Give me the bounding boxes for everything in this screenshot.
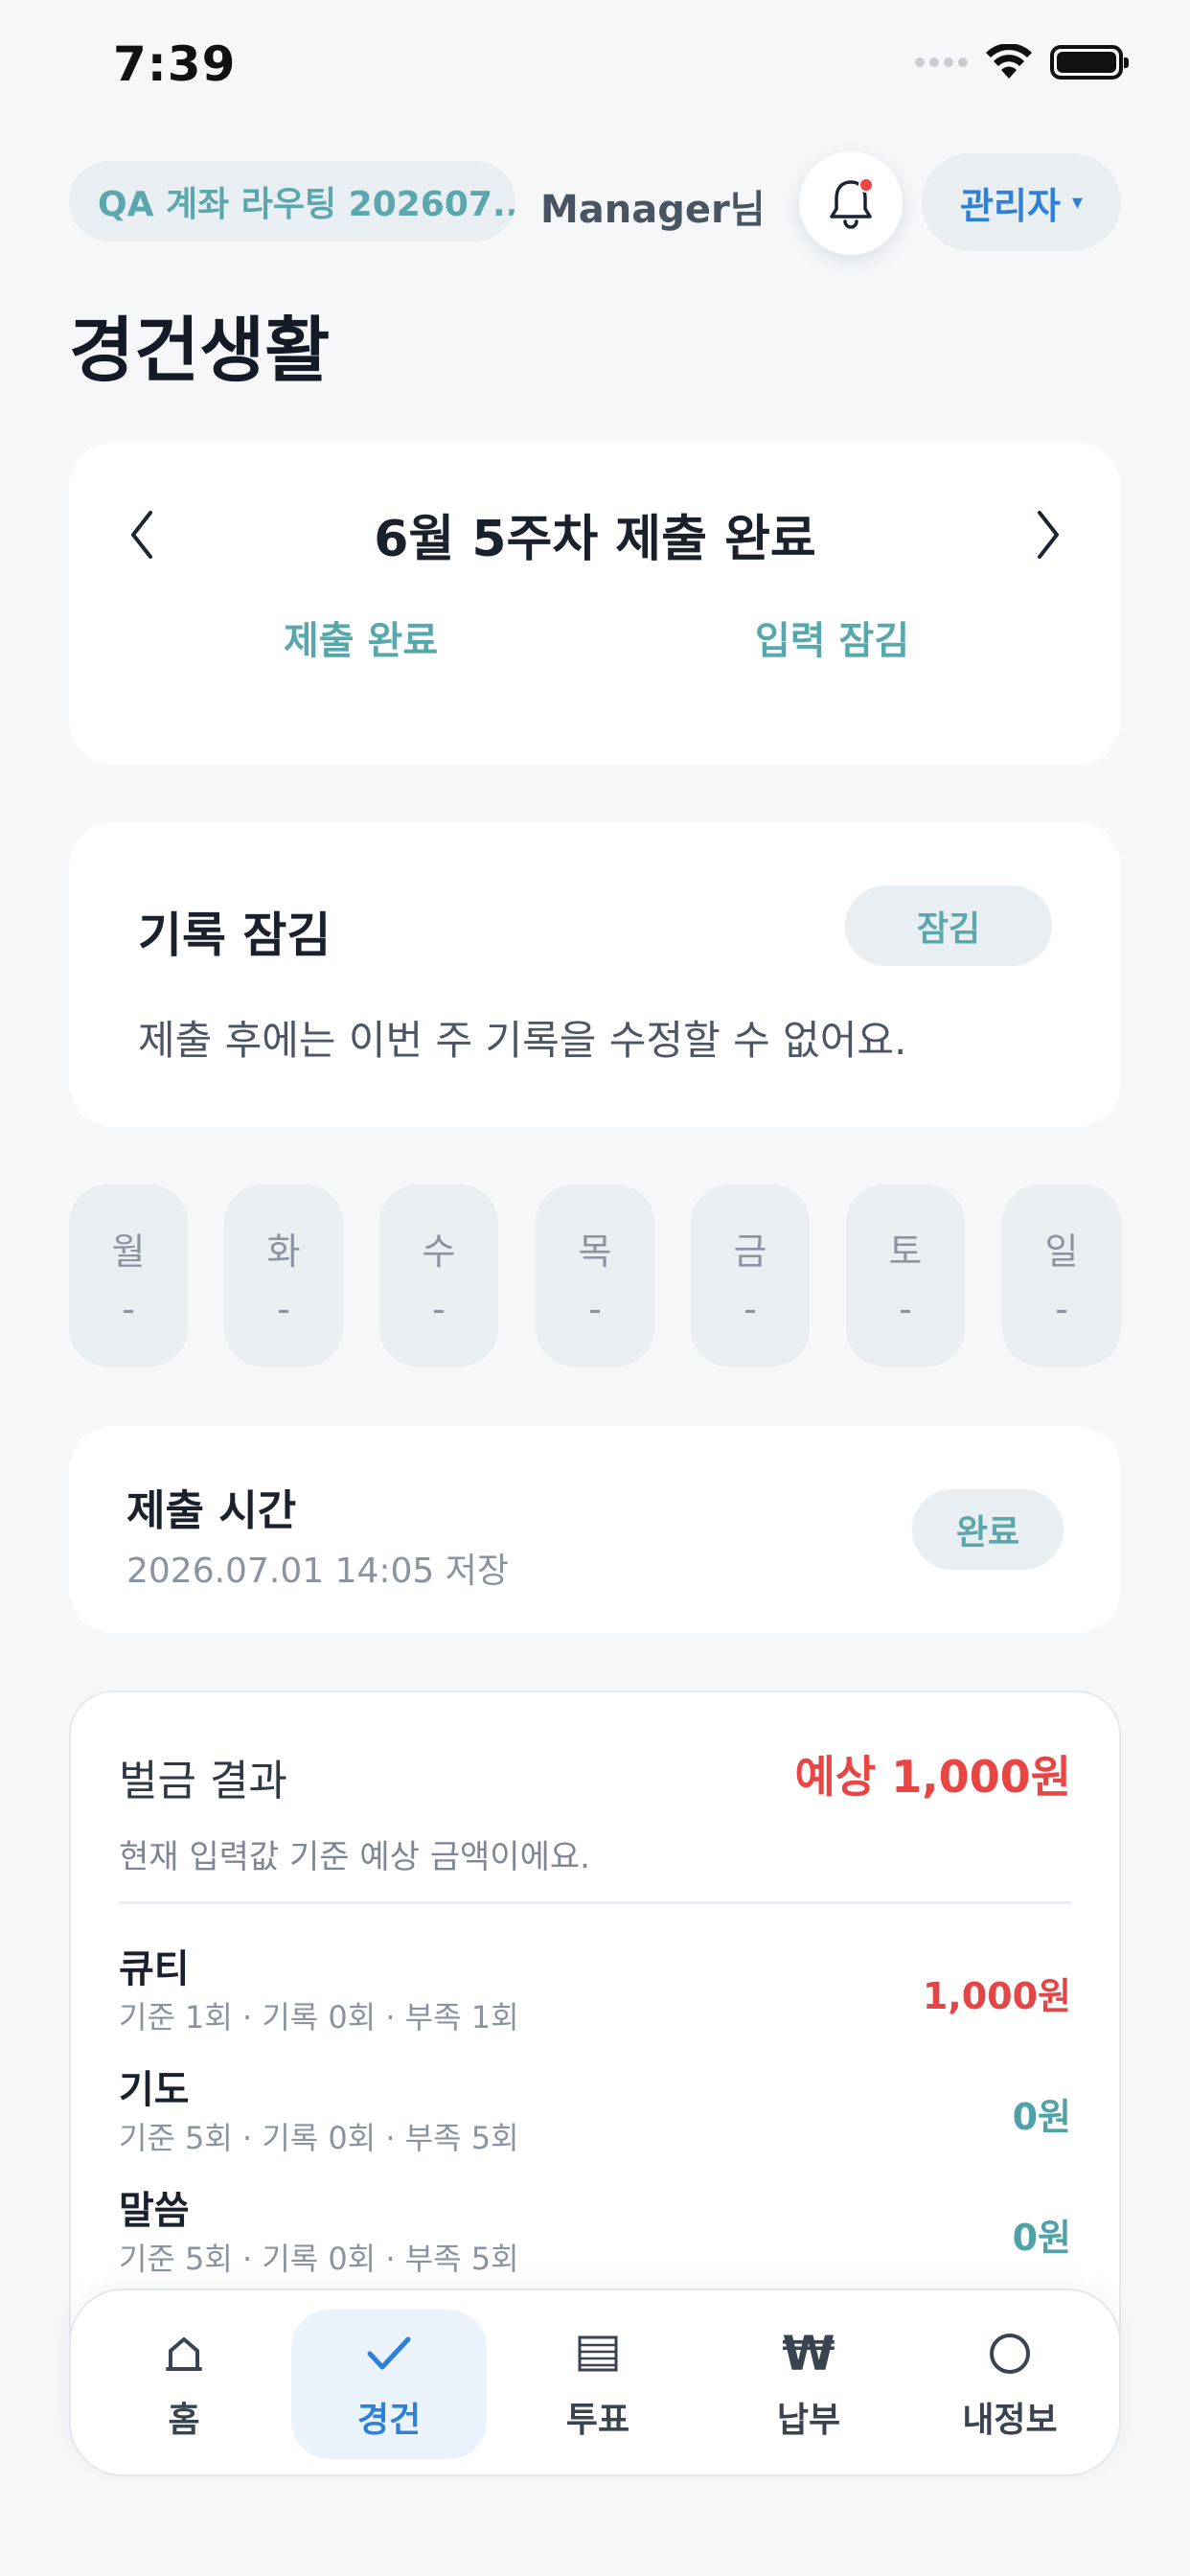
user-greeting: Manager님	[540, 188, 766, 232]
page-title: 경건생활	[69, 310, 331, 392]
chevron-right-icon	[1038, 511, 1059, 559]
day-label: 일	[1044, 1230, 1079, 1273]
day-value: -	[899, 1287, 912, 1330]
role-label: 관리자	[960, 184, 1061, 227]
cellular-signal-icon	[915, 58, 968, 67]
fine-description: 현재 입력값 기준 예상 금액이에요.	[119, 1838, 590, 1876]
week-card: 6월 5주차 제출 완료 제출 완료 입력 잠김	[69, 443, 1121, 765]
day-thu[interactable]: 목-	[536, 1184, 654, 1367]
day-value: -	[1055, 1287, 1068, 1330]
nav-profile[interactable]: 내정보	[912, 2310, 1108, 2459]
submit-time-title: 제출 시간	[126, 1486, 297, 1535]
chevron-down-icon: ▾	[1071, 190, 1083, 215]
day-tue[interactable]: 화-	[224, 1184, 343, 1367]
nav-vote[interactable]: 투표	[500, 2310, 696, 2459]
submit-time-card: 제출 시간 2026.07.01 14:05 저장 완료	[69, 1426, 1121, 1633]
day-label: 수	[422, 1230, 456, 1273]
nav-label: 납부	[776, 2401, 841, 2440]
lock-description: 제출 후에는 이번 주 기록을 수정할 수 없어요.	[138, 1017, 907, 1064]
nav-label: 홈	[168, 2401, 200, 2440]
fine-item-name: 기도	[119, 2068, 190, 2112]
fine-item-name: 큐티	[119, 1947, 190, 1991]
profile-icon	[988, 2327, 1032, 2380]
fine-item-amount: 0원	[1012, 2217, 1071, 2259]
day-label: 화	[266, 1230, 301, 1273]
day-fri[interactable]: 금-	[691, 1184, 810, 1367]
submission-status: 제출 완료	[284, 619, 439, 663]
day-value: -	[122, 1287, 135, 1330]
day-value: -	[277, 1287, 290, 1330]
check-icon	[366, 2327, 412, 2380]
fine-item-meta: 기준 5회 · 기록 0회 · 부족 5회	[119, 2120, 519, 2156]
day-value: -	[588, 1287, 602, 1330]
wifi-icon	[986, 44, 1032, 79]
day-wed[interactable]: 수-	[379, 1184, 498, 1367]
fine-item-amount: 1,000원	[922, 1975, 1071, 2017]
day-sun[interactable]: 일-	[1002, 1184, 1121, 1367]
day-label: 금	[733, 1230, 767, 1273]
list-icon	[577, 2327, 619, 2380]
day-label: 토	[888, 1230, 923, 1273]
weekday-selector: 월- 화- 수- 목- 금- 토- 일-	[69, 1184, 1121, 1367]
day-label: 월	[111, 1230, 146, 1273]
nav-label: 경건	[356, 2401, 422, 2440]
battery-icon	[1050, 45, 1129, 80]
account-selector[interactable]: QA 계좌 라우팅 202607...	[69, 161, 515, 242]
screen: 7:39 QA 계좌 라우팅 202607... Manager님 관리자 ▾ …	[0, 0, 1190, 2576]
day-sat[interactable]: 토-	[846, 1184, 965, 1367]
lock-title: 기록 잠김	[138, 908, 332, 963]
fine-item-name: 말씀	[119, 2189, 190, 2233]
fine-item-meta: 기준 1회 · 기록 0회 · 부족 1회	[119, 1999, 519, 2036]
input-lock-status: 입력 잠김	[755, 619, 910, 663]
next-week-button[interactable]	[1019, 500, 1077, 569]
nav-payment[interactable]: ₩ 납부	[711, 2310, 906, 2459]
record-lock-card: 기록 잠김 잠김 제출 후에는 이번 주 기록을 수정할 수 없어요.	[69, 822, 1121, 1127]
day-label: 목	[578, 1230, 612, 1273]
lock-badge: 잠김	[845, 886, 1052, 966]
complete-badge: 완료	[912, 1489, 1064, 1570]
nav-devotion[interactable]: 경건	[291, 2310, 487, 2459]
fine-item-amount: 0원	[1012, 2096, 1071, 2138]
week-title: 6월 5주차 제출 완료	[374, 511, 816, 568]
role-dropdown[interactable]: 관리자 ▾	[922, 153, 1121, 251]
fine-row: 말씀 기준 5회 · 기록 0회 · 부족 5회 0원	[119, 2179, 1071, 2277]
day-value: -	[744, 1287, 757, 1330]
fine-title: 벌금 결과	[119, 1757, 287, 1806]
fine-item-meta: 기준 5회 · 기록 0회 · 부족 5회	[119, 2241, 519, 2277]
bottom-nav: 홈 경건 투표 ₩ 납부 내정보	[69, 2288, 1121, 2476]
fine-row: 기도 기준 5회 · 기록 0회 · 부족 5회 0원	[119, 2058, 1071, 2156]
fine-total: 예상 1,000원	[794, 1751, 1071, 1803]
status-icons	[915, 44, 1129, 80]
day-value: -	[432, 1287, 446, 1330]
won-icon: ₩	[782, 2326, 835, 2381]
nav-label: 내정보	[962, 2401, 1058, 2440]
status-time: 7:39	[113, 36, 237, 92]
notification-badge	[858, 177, 874, 193]
home-icon	[165, 2327, 203, 2380]
submit-timestamp: 2026.07.01 14:05 저장	[126, 1552, 509, 1591]
day-mon[interactable]: 월-	[69, 1184, 188, 1367]
notification-button[interactable]	[799, 151, 903, 255]
divider	[119, 1901, 1071, 1904]
nav-label: 투표	[565, 2401, 630, 2440]
fine-row: 큐티 기준 1회 · 기록 0회 · 부족 1회 1,000원	[119, 1938, 1071, 2036]
nav-home[interactable]: 홈	[86, 2310, 282, 2459]
